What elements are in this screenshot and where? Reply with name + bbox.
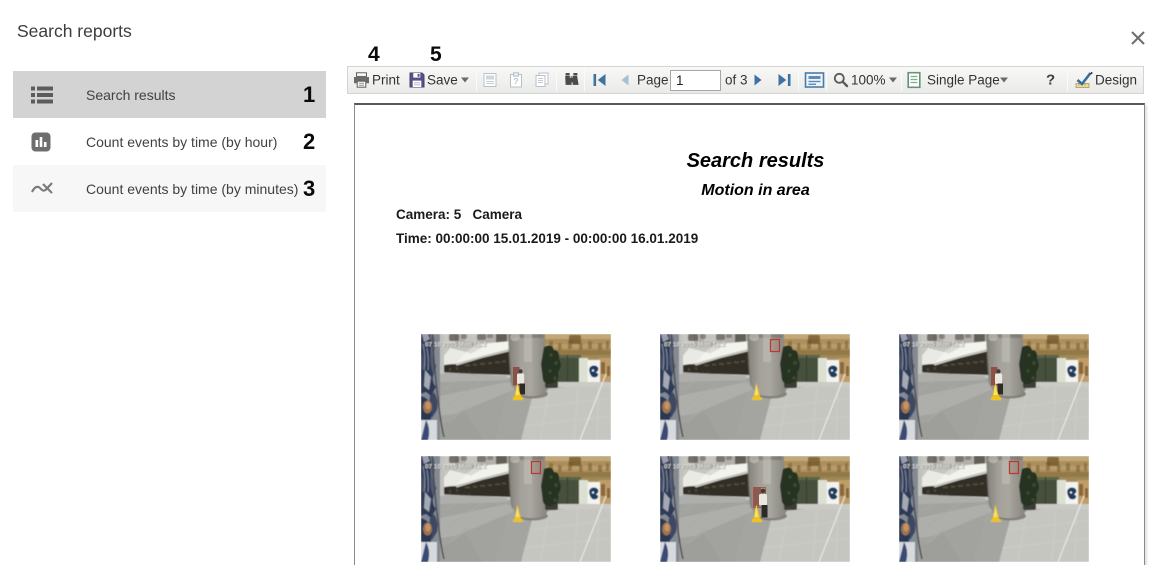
svg-text:?: ? [513,76,518,86]
